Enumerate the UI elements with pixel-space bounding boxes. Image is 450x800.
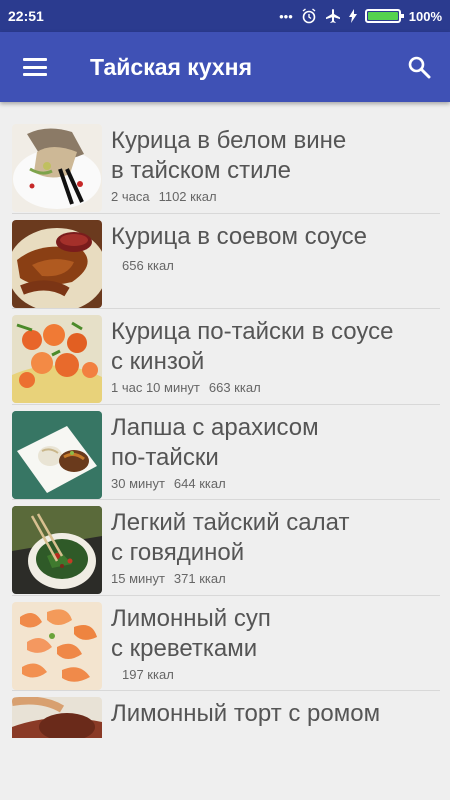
recipe-title-line2: с говядиной: [111, 539, 245, 566]
recipe-list[interactable]: Курица в белом вине в тайском стиле 2 ча…: [0, 118, 450, 738]
recipe-text: Курица по-тайски в соусе с кинзой 1 час …: [111, 309, 393, 395]
recipe-title-line2: с креветками: [111, 634, 258, 662]
recipe-thumbnail: [12, 506, 102, 594]
more-dots-icon: •••: [279, 8, 293, 24]
calories: 656 ккал: [122, 257, 174, 273]
cook-time: 15 минут: [111, 571, 165, 586]
recipe-text: Легкий тайский салат с говядиной 15 мину…: [111, 500, 349, 586]
hamburger-menu-icon: [23, 58, 47, 76]
recipe-meta: 1 час 10 минут 663 ккал: [111, 380, 393, 395]
recipe-title-line2: с кинзой: [111, 348, 205, 375]
recipe-meta: 30 минут 644 ккал: [111, 476, 319, 491]
recipe-title-line1: Лимонный торт с ромом: [111, 700, 381, 727]
recipe-text: Лапша с арахисом по-тайски 30 минут 644 к…: [111, 405, 319, 491]
recipe-meta: 2 часа 1102 ккал: [111, 189, 346, 204]
recipe-thumbnail: [12, 124, 102, 212]
cook-time: 2 часа: [111, 189, 150, 204]
battery-level: 100%: [408, 8, 442, 24]
recipe-text: Курица в белом вине в тайском стиле 2 ча…: [111, 118, 346, 204]
recipe-thumbnail: [12, 601, 102, 690]
airplane-icon: [325, 9, 340, 23]
calories: 1102 ккал: [158, 189, 217, 204]
recipe-title-line1: Курица в белом вине: [111, 127, 347, 154]
list-item[interactable]: Курица в белом вине в тайском стиле 2 ча…: [0, 118, 450, 214]
calories: 644 ккал: [173, 475, 226, 491]
status-time: 22:51: [8, 8, 44, 24]
recipe-thumbnail: [12, 219, 102, 308]
recipe-text: Лимонный торт с ромом: [111, 691, 380, 729]
charging-icon: [348, 9, 357, 23]
list-item[interactable]: Курица по-тайски в соусе с кинзой 1 час …: [0, 309, 450, 405]
recipe-title-line1: Лапша с арахисом: [111, 413, 319, 441]
recipe-meta: 15 минут 371 ккал: [111, 571, 349, 586]
calories: 371 ккал: [173, 571, 226, 586]
recipe-meta: 656 ккал: [111, 258, 367, 273]
calories: 197 ккал: [122, 666, 174, 682]
recipe-meta: 197 ккал: [111, 667, 271, 682]
search-icon: [408, 56, 431, 79]
menu-button[interactable]: [0, 32, 70, 102]
recipe-thumbnail: [12, 315, 102, 403]
list-item[interactable]: Лапша с арахисом по-тайски 30 минут 644 к…: [0, 405, 450, 500]
cook-time: 30 минут: [111, 475, 165, 491]
cook-time: 1 час 10 минут: [111, 380, 200, 395]
page-title: Тайская кухня: [90, 53, 252, 80]
status-icons: ••• 100%: [279, 8, 442, 24]
recipe-title-line1: Курица по-тайски в соусе: [111, 318, 394, 345]
recipe-title-line2: в тайском стиле: [111, 157, 291, 184]
recipe-title-line1: Легкий тайский салат: [111, 509, 350, 536]
status-bar: 22:51 ••• 100%: [0, 0, 450, 32]
alarm-icon: [302, 8, 316, 24]
list-item[interactable]: Лимонный суп с креветками 197 ккал: [0, 596, 450, 691]
recipe-text: Лимонный суп с креветками 197 ккал: [111, 596, 271, 682]
search-button[interactable]: [388, 32, 450, 102]
battery-icon: [364, 9, 404, 23]
recipe-thumbnail: [12, 697, 102, 738]
recipe-title-line1: Лимонный суп: [111, 604, 271, 632]
recipe-title-line1: Курица в соевом соусе: [111, 222, 368, 250]
list-item[interactable]: Легкий тайский салат с говядиной 15 мину…: [0, 500, 450, 596]
recipe-title-line2: по-тайски: [111, 443, 219, 471]
recipe-text: Курица в соевом соусе 656 ккал: [111, 214, 367, 273]
recipe-thumbnail: [12, 410, 102, 499]
list-item[interactable]: Курица в соевом соусе 656 ккал: [0, 214, 450, 309]
app-bar: Тайская кухня: [0, 32, 450, 102]
list-item[interactable]: Лимонный торт с ромом: [0, 691, 450, 738]
calories: 663 ккал: [208, 380, 261, 395]
